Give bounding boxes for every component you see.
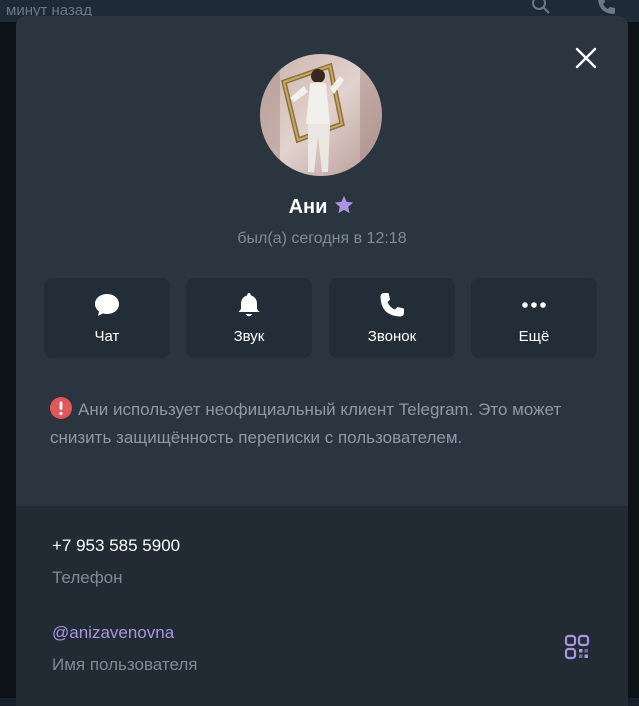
action-buttons: Чат Звук Звонок Ещё	[44, 278, 597, 358]
qr-code-icon[interactable]	[564, 634, 590, 660]
profile-name-row: Ани	[16, 194, 628, 219]
premium-star-icon[interactable]	[333, 194, 355, 216]
phone-icon[interactable]	[595, 0, 617, 16]
username-label: Имя пользователя	[52, 655, 198, 674]
sound-button-label: Звук	[233, 328, 265, 345]
call-button-label: Звонок	[367, 328, 417, 345]
profile-name: Ани	[288, 196, 328, 218]
more-button[interactable]: Ещё	[471, 278, 597, 358]
chat-button[interactable]: Чат	[44, 278, 170, 358]
last-seen-status: был(а) сегодня в 12:18	[237, 230, 407, 247]
phone-label: Телефон	[52, 568, 123, 587]
contact-info-section: +7 953 585 5900 Телефон @anizavenovna Им…	[16, 506, 628, 706]
background-left-strip	[0, 22, 16, 698]
call-button[interactable]: Звонок	[329, 278, 455, 358]
search-icon[interactable]	[530, 0, 552, 16]
phone-number[interactable]: +7 953 585 5900	[52, 536, 180, 556]
more-dots-icon	[522, 302, 546, 308]
phone-icon	[380, 293, 404, 317]
sound-button[interactable]: Звук	[186, 278, 312, 358]
username-link[interactable]: @anizavenovna	[52, 623, 174, 643]
unofficial-client-warning: Ани использует неофициальный клиент Tele…	[50, 396, 590, 452]
warning-text: Ани использует неофициальный клиент Tele…	[50, 400, 562, 447]
close-icon[interactable]	[572, 44, 600, 72]
exclamation-icon	[50, 397, 72, 419]
user-profile-dialog: Ани был(а) сегодня в 12:18 Чат Звук Звон…	[16, 16, 628, 706]
background-right-strip	[627, 22, 639, 698]
chat-button-label: Чат	[94, 328, 120, 345]
avatar[interactable]	[260, 54, 382, 176]
chat-bubble-icon	[95, 294, 119, 316]
bell-icon	[238, 293, 260, 317]
more-button-label: Ещё	[518, 328, 550, 345]
avatar-photo	[260, 54, 382, 176]
